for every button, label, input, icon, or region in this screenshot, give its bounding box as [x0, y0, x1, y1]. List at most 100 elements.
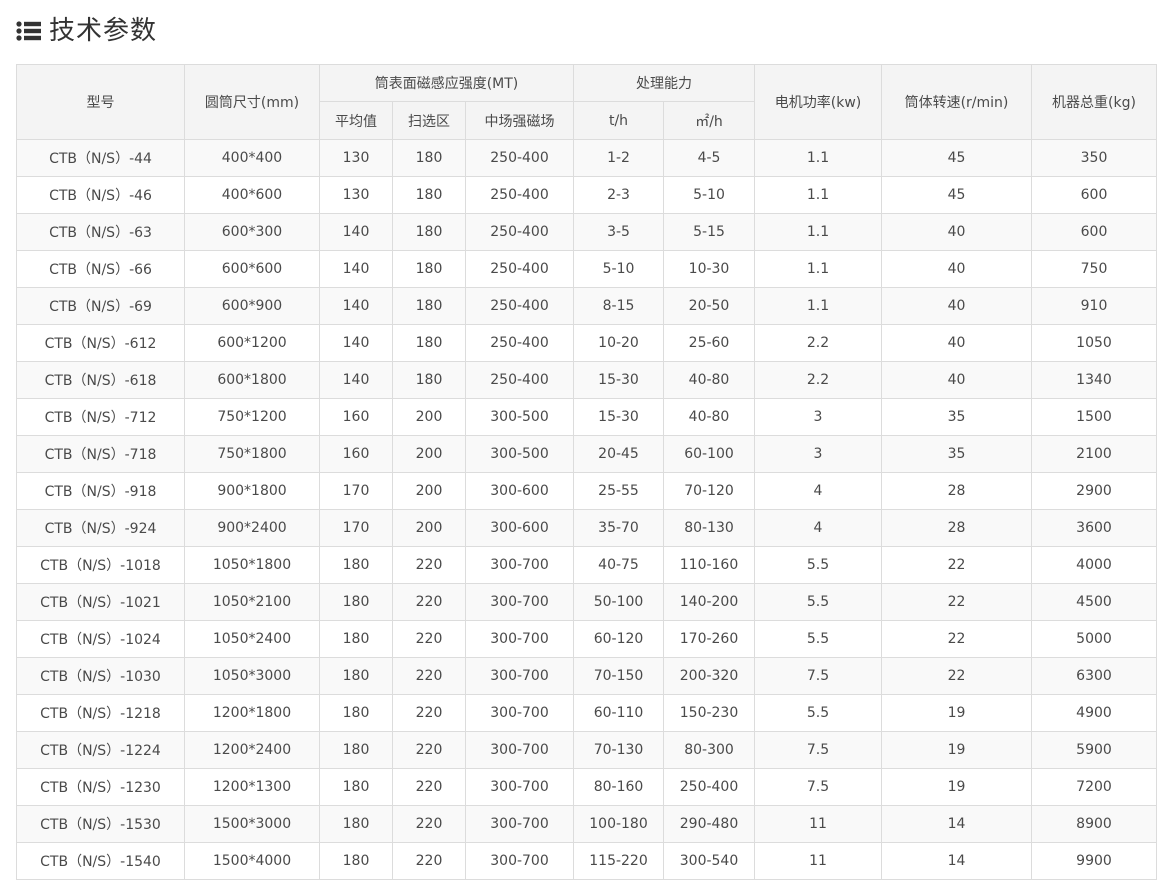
- average-cell: 180: [319, 694, 393, 732]
- capacity-m2h-cell: 25-60: [663, 324, 755, 362]
- capacity-m2h-cell: 5-15: [663, 213, 755, 251]
- sweep-zone-cell: 220: [392, 657, 466, 695]
- average-cell: 170: [319, 472, 393, 510]
- drum-speed-cell: 22: [881, 583, 1032, 621]
- model-cell: CTB（N/S）-1018: [16, 546, 185, 584]
- table-row: CTB（N/S）-1218 1200*1800 180 220 300-700 60-11…: [16, 694, 1157, 732]
- col-header-mid-field: 中场强磁场: [465, 101, 574, 140]
- drum-size-cell: 1200*1300: [184, 768, 320, 806]
- table-header: 型号 圆筒尺寸(mm) 筒表面磁感应强度(MT) 处理能力 电机功率(kw) 筒…: [16, 64, 1157, 140]
- total-weight-cell: 910: [1031, 287, 1157, 325]
- model-cell: CTB（N/S）-1218: [16, 694, 185, 732]
- capacity-m2h-cell: 5-10: [663, 176, 755, 214]
- capacity-th-cell: 40-75: [573, 546, 664, 584]
- drum-speed-cell: 19: [881, 768, 1032, 806]
- spec-table: 型号 圆筒尺寸(mm) 筒表面磁感应强度(MT) 处理能力 电机功率(kw) 筒…: [16, 64, 1157, 880]
- table-row: CTB（N/S）-1540 1500*4000 180 220 300-700 115-2…: [16, 842, 1157, 880]
- capacity-m2h-cell: 20-50: [663, 287, 755, 325]
- sweep-zone-cell: 220: [392, 694, 466, 732]
- table-row: CTB（N/S）-618 600*1800 140 180 250-400 15-30 40…: [16, 361, 1157, 399]
- average-cell: 180: [319, 583, 393, 621]
- mid-field-cell: 300-700: [465, 768, 574, 806]
- total-weight-cell: 4500: [1031, 583, 1157, 621]
- drum-size-cell: 600*900: [184, 287, 320, 325]
- drum-size-cell: 600*600: [184, 250, 320, 288]
- capacity-th-cell: 15-30: [573, 361, 664, 399]
- model-cell: CTB（N/S）-66: [16, 250, 185, 288]
- average-cell: 130: [319, 176, 393, 214]
- model-cell: CTB（N/S）-1030: [16, 657, 185, 695]
- sweep-zone-cell: 180: [392, 361, 466, 399]
- mid-field-cell: 250-400: [465, 139, 574, 177]
- capacity-m2h-cell: 70-120: [663, 472, 755, 510]
- mid-field-cell: 300-700: [465, 694, 574, 732]
- col-header-capacity-th: t/h: [573, 101, 664, 140]
- drum-size-cell: 1500*4000: [184, 842, 320, 880]
- drum-speed-cell: 40: [881, 287, 1032, 325]
- total-weight-cell: 1050: [1031, 324, 1157, 362]
- capacity-th-cell: 60-110: [573, 694, 664, 732]
- total-weight-cell: 5000: [1031, 620, 1157, 658]
- drum-size-cell: 600*1200: [184, 324, 320, 362]
- mid-field-cell: 300-500: [465, 398, 574, 436]
- table-row: CTB（N/S）-924 900*2400 170 200 300-600 35-70 80…: [16, 509, 1157, 547]
- table-row: CTB（N/S）-712 750*1200 160 200 300-500 15-30 40…: [16, 398, 1157, 436]
- total-weight-cell: 4900: [1031, 694, 1157, 732]
- table-row: CTB（N/S）-66 600*600 140 180 250-400 5-10 10-30…: [16, 250, 1157, 288]
- motor-power-cell: 5.5: [754, 546, 882, 584]
- table-row: CTB（N/S）-918 900*1800 170 200 300-600 25-55 70…: [16, 472, 1157, 510]
- mid-field-cell: 300-700: [465, 620, 574, 658]
- col-header-sweep-zone: 扫选区: [392, 101, 466, 140]
- table-row: CTB（N/S）-1024 1050*2400 180 220 300-700 60-12…: [16, 620, 1157, 658]
- drum-speed-cell: 28: [881, 509, 1032, 547]
- sweep-zone-cell: 180: [392, 139, 466, 177]
- header-row: 型号 圆筒尺寸(mm) 筒表面磁感应强度(MT) 处理能力 电机功率(kw) 筒…: [16, 64, 1157, 140]
- motor-power-cell: 4: [754, 472, 882, 510]
- col-header-drum-speed: 筒体转速(r/min): [881, 64, 1032, 140]
- model-cell: CTB（N/S）-1021: [16, 583, 185, 621]
- drum-speed-cell: 35: [881, 435, 1032, 473]
- mid-field-cell: 300-700: [465, 657, 574, 695]
- capacity-m2h-cell: 300-540: [663, 842, 755, 880]
- drum-size-cell: 400*600: [184, 176, 320, 214]
- drum-size-cell: 1050*2100: [184, 583, 320, 621]
- drum-speed-cell: 22: [881, 546, 1032, 584]
- drum-size-cell: 900*2400: [184, 509, 320, 547]
- capacity-m2h-cell: 40-80: [663, 398, 755, 436]
- table-row: CTB（N/S）-63 600*300 140 180 250-400 3-5 5-15 1.…: [16, 213, 1157, 251]
- mid-field-cell: 250-400: [465, 176, 574, 214]
- capacity-th-cell: 3-5: [573, 213, 664, 251]
- mid-field-cell: 250-400: [465, 361, 574, 399]
- average-cell: 140: [319, 287, 393, 325]
- drum-speed-cell: 40: [881, 250, 1032, 288]
- motor-power-cell: 4: [754, 509, 882, 547]
- motor-power-cell: 7.5: [754, 768, 882, 806]
- average-cell: 180: [319, 546, 393, 584]
- drum-size-cell: 750*1800: [184, 435, 320, 473]
- total-weight-cell: 9900: [1031, 842, 1157, 880]
- drum-size-cell: 400*400: [184, 139, 320, 177]
- total-weight-cell: 2100: [1031, 435, 1157, 473]
- capacity-m2h-cell: 150-230: [663, 694, 755, 732]
- total-weight-cell: 1340: [1031, 361, 1157, 399]
- page-header: 技术参数: [16, 12, 157, 50]
- table-row: CTB（N/S）-46 400*600 130 180 250-400 2-3 5-10 1.…: [16, 176, 1157, 214]
- mid-field-cell: 300-700: [465, 731, 574, 769]
- sweep-zone-cell: 180: [392, 287, 466, 325]
- motor-power-cell: 1.1: [754, 213, 882, 251]
- capacity-m2h-cell: 80-300: [663, 731, 755, 769]
- motor-power-cell: 7.5: [754, 657, 882, 695]
- sweep-zone-cell: 220: [392, 768, 466, 806]
- average-cell: 140: [319, 250, 393, 288]
- drum-size-cell: 600*1800: [184, 361, 320, 399]
- total-weight-cell: 5900: [1031, 731, 1157, 769]
- table-row: CTB（N/S）-1230 1200*1300 180 220 300-700 80-16…: [16, 768, 1157, 806]
- col-header-drum-size: 圆筒尺寸(mm): [184, 64, 320, 140]
- model-cell: CTB（N/S）-924: [16, 509, 185, 547]
- motor-power-cell: 2.2: [754, 324, 882, 362]
- table-row: CTB（N/S）-1018 1050*1800 180 220 300-700 40-75…: [16, 546, 1157, 584]
- average-cell: 130: [319, 139, 393, 177]
- sweep-zone-cell: 220: [392, 805, 466, 843]
- model-cell: CTB（N/S）-718: [16, 435, 185, 473]
- model-cell: CTB（N/S）-69: [16, 287, 185, 325]
